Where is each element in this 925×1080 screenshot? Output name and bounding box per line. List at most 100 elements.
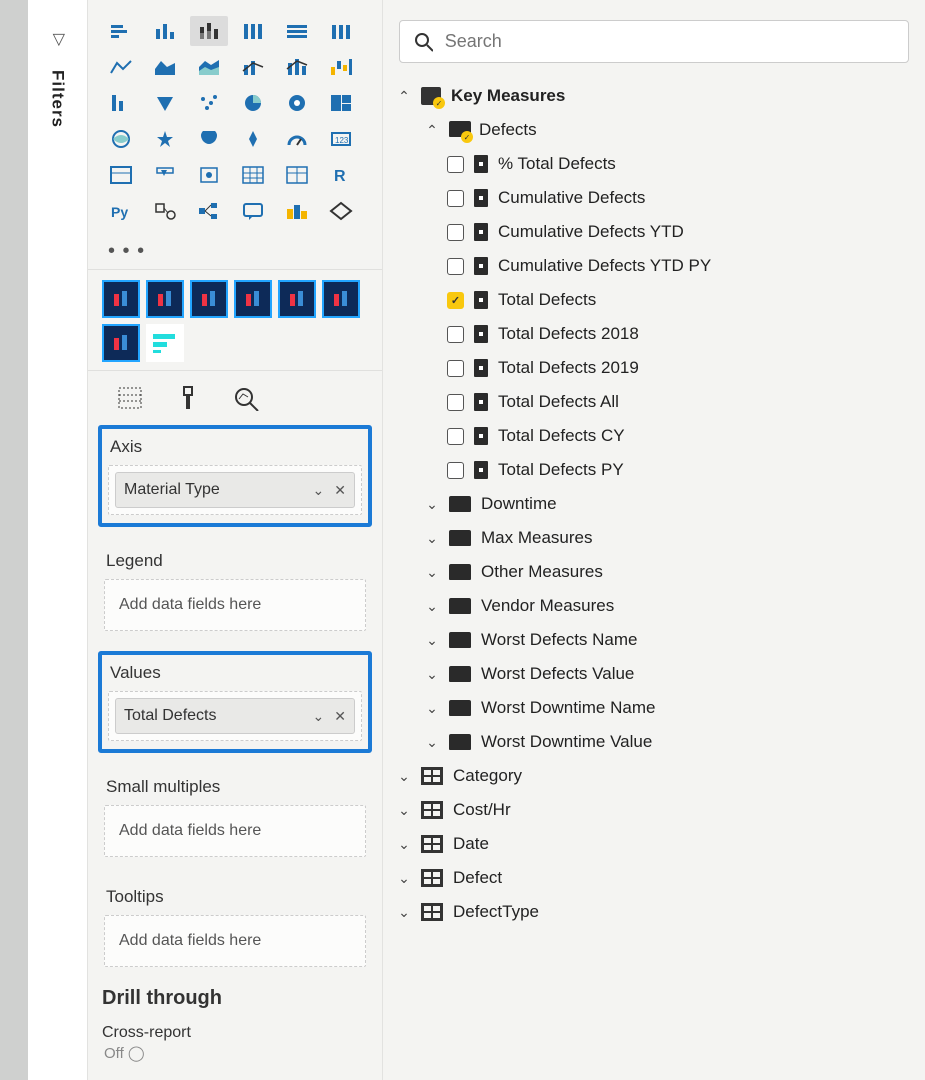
checkbox[interactable] — [447, 360, 464, 377]
viz-more-icon[interactable]: • • • — [88, 240, 382, 263]
tree-table-item[interactable]: ⌄ Date — [395, 827, 913, 861]
viz-line-icon[interactable] — [102, 52, 140, 82]
viz-stacked-column-icon[interactable] — [190, 16, 228, 46]
viz-matrix2-icon[interactable] — [278, 160, 316, 190]
viz-key-influencers-icon[interactable] — [146, 196, 184, 226]
custom-viz-6[interactable] — [322, 280, 360, 318]
analytics-tab-icon[interactable] — [232, 385, 260, 411]
tree-folder-item[interactable]: ⌄ Worst Defects Value — [395, 657, 913, 691]
small-multiples-drop[interactable]: Add data fields here — [104, 805, 366, 857]
chevron-down-icon[interactable]: ⌄ — [313, 708, 325, 725]
tree-measure-item[interactable]: Total Defects All — [395, 385, 913, 419]
checkbox[interactable] — [447, 428, 464, 445]
tree-key-measures[interactable]: ⌃ ✓ Key Measures — [395, 79, 913, 113]
custom-viz-4[interactable] — [234, 280, 272, 318]
checkbox[interactable] — [447, 326, 464, 343]
tree-table-item[interactable]: ⌄ DefectType — [395, 895, 913, 929]
custom-viz-2[interactable] — [146, 280, 184, 318]
viz-area-icon[interactable] — [146, 52, 184, 82]
search-input[interactable] — [445, 31, 894, 52]
cross-report-toggle[interactable]: Off ◯ — [98, 1044, 372, 1062]
viz-qa-icon[interactable] — [234, 196, 272, 226]
tree-measure-item[interactable]: Total Defects 2019 — [395, 351, 913, 385]
viz-kpi-icon[interactable] — [102, 160, 140, 190]
viz-multi-row-card-icon[interactable]: 123 — [322, 124, 360, 154]
viz-100-stacked-bar-icon[interactable] — [234, 16, 272, 46]
viz-decomposition-tree-icon[interactable] — [190, 196, 228, 226]
viz-clustered-bar-icon[interactable] — [146, 16, 184, 46]
viz-slicer-icon[interactable] — [146, 160, 184, 190]
tree-measure-item[interactable]: Cumulative Defects YTD — [395, 215, 913, 249]
legend-well[interactable]: Legend Add data fields here — [98, 541, 372, 637]
viz-stacked-bar-icon[interactable] — [102, 16, 140, 46]
axis-well-drop[interactable]: Material Type ⌄ ✕ — [108, 465, 362, 515]
viz-card-icon[interactable] — [278, 124, 316, 154]
viz-filled-map-icon[interactable] — [102, 124, 140, 154]
remove-field-icon[interactable]: ✕ — [334, 708, 346, 725]
viz-line-clustered-column-icon[interactable] — [234, 52, 272, 82]
tree-measure-item[interactable]: % Total Defects — [395, 147, 913, 181]
viz-matrix-icon[interactable] — [234, 160, 272, 190]
tree-folder-item[interactable]: ⌄ Vendor Measures — [395, 589, 913, 623]
small-multiples-well[interactable]: Small multiples Add data fields here — [98, 767, 372, 863]
viz-pie-icon[interactable] — [190, 88, 228, 118]
checkbox[interactable] — [447, 156, 464, 173]
viz-ribbon-icon[interactable] — [322, 16, 360, 46]
custom-viz-bar-icon[interactable] — [146, 324, 184, 362]
viz-gauge-icon[interactable] — [234, 124, 272, 154]
tree-folder-item[interactable]: ⌄ Worst Downtime Value — [395, 725, 913, 759]
viz-smart-narrative-icon[interactable] — [278, 196, 316, 226]
tree-folder-item[interactable]: ⌄ Worst Downtime Name — [395, 691, 913, 725]
viz-py-icon[interactable]: Py — [102, 196, 140, 226]
values-well-drop[interactable]: Total Defects ⌄ ✕ — [108, 691, 362, 741]
viz-waterfall-icon[interactable] — [322, 52, 360, 82]
tree-folder-item[interactable]: ⌄ Other Measures — [395, 555, 913, 589]
custom-viz-5[interactable] — [278, 280, 316, 318]
custom-viz-7[interactable] — [102, 324, 140, 362]
viz-treemap-icon[interactable] — [278, 88, 316, 118]
viz-scatter-icon[interactable] — [146, 88, 184, 118]
checkbox[interactable] — [447, 292, 464, 309]
axis-well[interactable]: Axis Material Type ⌄ ✕ — [98, 425, 372, 527]
tree-measure-item[interactable]: Cumulative Defects — [395, 181, 913, 215]
legend-well-drop[interactable]: Add data fields here — [104, 579, 366, 631]
viz-donut-icon[interactable] — [234, 88, 272, 118]
tree-table-item[interactable]: ⌄ Category — [395, 759, 913, 793]
fields-tab-icon[interactable] — [116, 385, 144, 411]
viz-stacked-area-icon[interactable] — [190, 52, 228, 82]
collapse-chevron-icon[interactable]: ◁ — [48, 33, 68, 47]
chevron-down-icon[interactable]: ⌄ — [313, 482, 325, 499]
tree-folder-item[interactable]: ⌄ Worst Defects Name — [395, 623, 913, 657]
tooltips-well[interactable]: Tooltips Add data fields here — [98, 877, 372, 973]
viz-line-stacked-column-icon[interactable] — [278, 52, 316, 82]
values-well[interactable]: Values Total Defects ⌄ ✕ — [98, 651, 372, 753]
tree-defects[interactable]: ⌃ ✓ Defects — [395, 113, 913, 147]
viz-table-icon[interactable] — [190, 160, 228, 190]
tree-folder-item[interactable]: ⌄ Max Measures — [395, 521, 913, 555]
viz-shape-map-icon[interactable] — [146, 124, 184, 154]
custom-viz-3[interactable] — [190, 280, 228, 318]
axis-field-chip[interactable]: Material Type ⌄ ✕ — [115, 472, 355, 508]
tree-table-item[interactable]: ⌄ Defect — [395, 861, 913, 895]
tree-table-item[interactable]: ⌄ Cost/Hr — [395, 793, 913, 827]
tree-measure-item[interactable]: Total Defects CY — [395, 419, 913, 453]
tree-measure-item[interactable]: Total Defects — [395, 283, 913, 317]
viz-azure-map-icon[interactable] — [190, 124, 228, 154]
tooltips-drop[interactable]: Add data fields here — [104, 915, 366, 967]
viz-get-more-icon[interactable] — [322, 196, 360, 226]
format-tab-icon[interactable] — [174, 385, 202, 411]
viz-funnel-icon[interactable] — [102, 88, 140, 118]
checkbox[interactable] — [447, 190, 464, 207]
checkbox[interactable] — [447, 258, 464, 275]
custom-viz-1[interactable] — [102, 280, 140, 318]
tree-folder-item[interactable]: ⌄ Downtime — [395, 487, 913, 521]
tree-measure-item[interactable]: Cumulative Defects YTD PY — [395, 249, 913, 283]
viz-r-icon[interactable]: R — [322, 160, 360, 190]
values-field-chip[interactable]: Total Defects ⌄ ✕ — [115, 698, 355, 734]
tree-measure-item[interactable]: Total Defects 2018 — [395, 317, 913, 351]
viz-100-stacked-column-icon[interactable] — [278, 16, 316, 46]
remove-field-icon[interactable]: ✕ — [334, 482, 346, 499]
checkbox[interactable] — [447, 224, 464, 241]
checkbox[interactable] — [447, 394, 464, 411]
viz-map-icon[interactable] — [322, 88, 360, 118]
